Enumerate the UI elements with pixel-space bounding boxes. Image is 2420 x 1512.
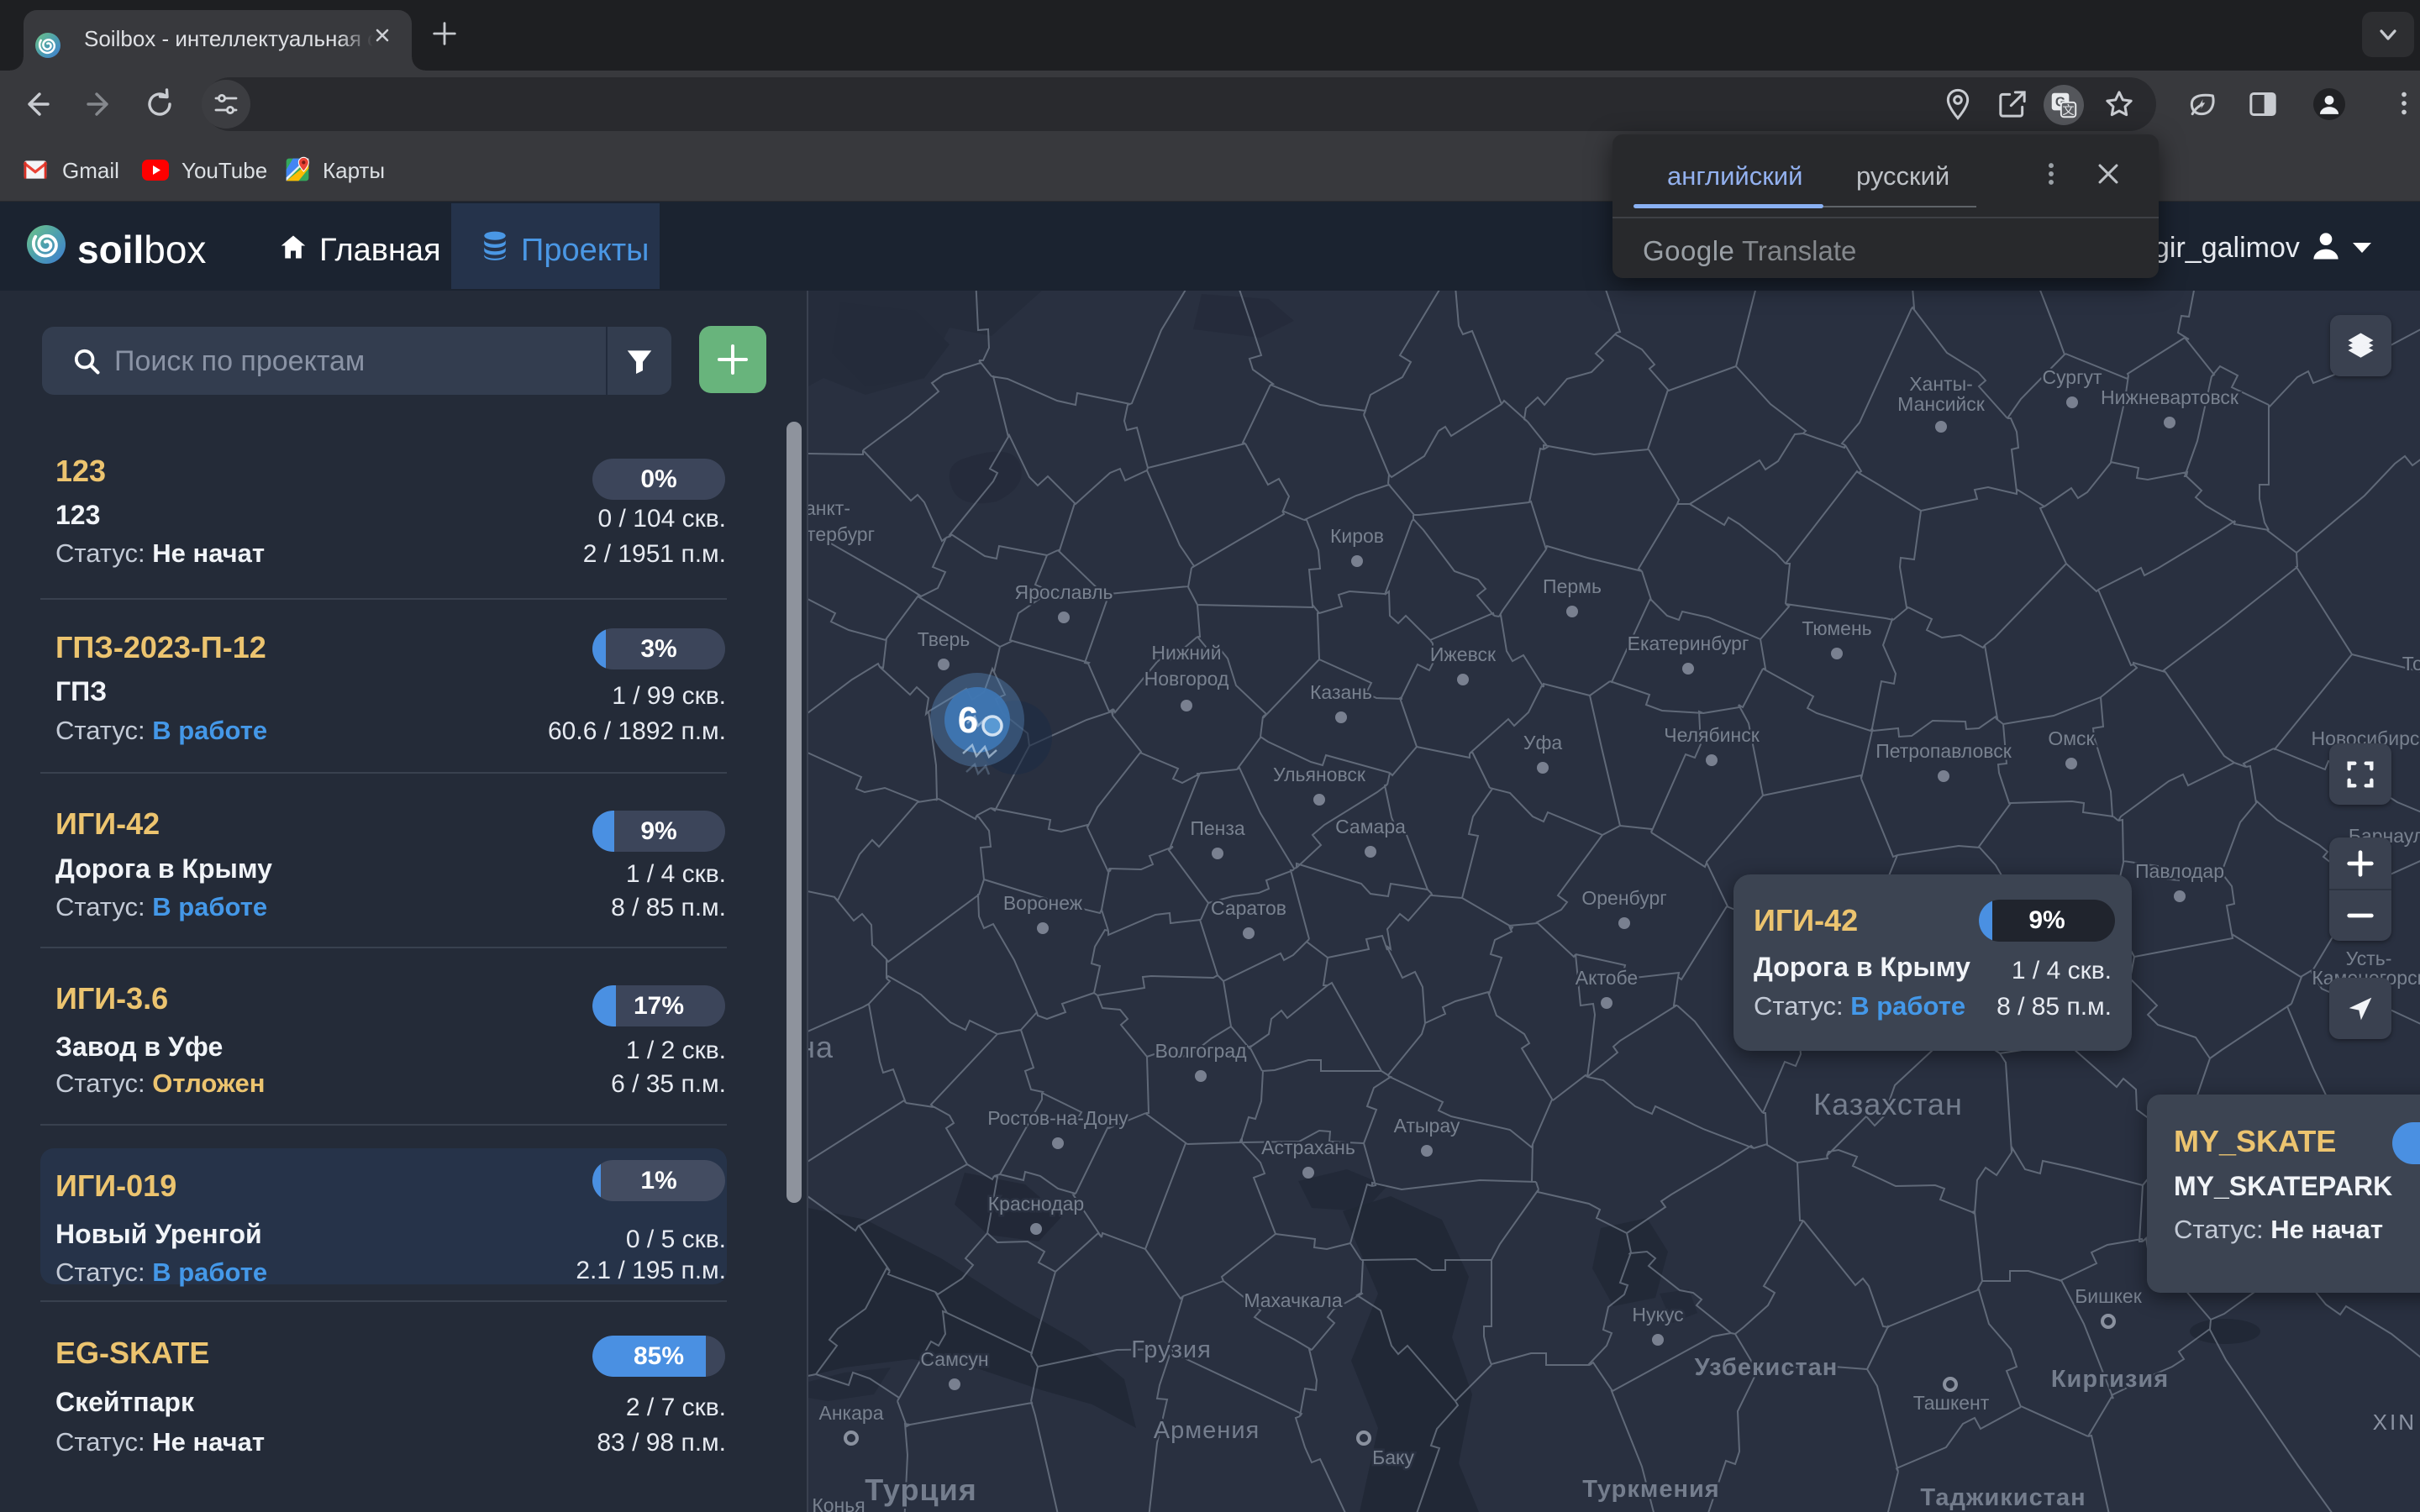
svg-text:Томск: Томск	[2402, 653, 2420, 675]
svg-text:Казахстан: Казахстан	[1813, 1087, 1963, 1121]
svg-text:Анкара: Анкара	[819, 1402, 884, 1424]
svg-text:Тюмень: Тюмень	[1802, 617, 1871, 639]
svg-text:Грузия: Грузия	[1131, 1336, 1212, 1363]
svg-text:Волгоград: Волгоград	[1155, 1040, 1247, 1062]
svg-text:文: 文	[2062, 103, 2074, 118]
svg-text:Таджикистан: Таджикистан	[1920, 1484, 2086, 1511]
svg-text:Киргизия: Киргизия	[2051, 1366, 2169, 1393]
svg-text:Мансийск: Мансийск	[1897, 393, 1986, 415]
svg-text:Баку: Баку	[1372, 1446, 1414, 1468]
svg-text:Екатеринбург: Екатеринбург	[1628, 633, 1749, 654]
svg-text:Самсун: Самсун	[920, 1348, 988, 1370]
svg-text:Оренбург: Оренбург	[1581, 887, 1666, 909]
svg-text:6: 6	[958, 700, 978, 741]
svg-text:Нижневартовск: Нижневартовск	[2101, 386, 2239, 408]
svg-text:Нукус: Нукус	[1632, 1304, 1683, 1326]
svg-text:Астрахань: Астрахань	[1261, 1137, 1355, 1158]
svg-text:Сургут: Сургут	[2042, 366, 2102, 388]
svg-text:Петропавловск: Петропавловск	[1876, 740, 2012, 762]
svg-text:Уфа: Уфа	[1523, 732, 1563, 753]
svg-text:Нижний: Нижний	[1151, 642, 1221, 664]
svg-text:Киров: Киров	[1330, 525, 1384, 547]
svg-text:Бишкек: Бишкек	[2075, 1285, 2143, 1307]
svg-text:Павлодар: Павлодар	[2135, 860, 2224, 882]
svg-text:Узбекистан: Узбекистан	[1695, 1354, 1839, 1381]
svg-text:Саратов: Саратов	[1211, 897, 1286, 919]
svg-text:Казань: Казань	[1310, 681, 1372, 703]
svg-text:Ташкент: Ташкент	[1913, 1392, 1990, 1414]
svg-text:Актобе: Актобе	[1576, 967, 1638, 989]
svg-text:XIN: XIN	[2373, 1410, 2417, 1435]
svg-text:Атырау: Атырау	[1394, 1115, 1460, 1137]
svg-text:Пермь: Пермь	[1543, 575, 1602, 597]
svg-text:Армения: Армения	[1154, 1417, 1260, 1444]
svg-text:Новгород: Новгород	[1144, 668, 1229, 690]
svg-text:Турция: Турция	[865, 1473, 976, 1507]
svg-text:Украина: Украина	[808, 1030, 834, 1064]
svg-text:Краснодар: Краснодар	[988, 1193, 1084, 1215]
svg-text:Ярославль: Ярославль	[1015, 581, 1113, 603]
svg-text:Ханты-: Ханты-	[1909, 373, 1973, 395]
svg-text:Петербург: Петербург	[808, 523, 875, 545]
svg-text:Омск: Омск	[2048, 727, 2095, 749]
svg-text:Челябинск: Челябинск	[1664, 724, 1760, 746]
svg-text:Ростов-на-Дону: Ростов-на-Дону	[987, 1107, 1128, 1129]
svg-text:Пенза: Пенза	[1190, 817, 1245, 839]
svg-text:Ульяновск: Ульяновск	[1273, 764, 1366, 785]
svg-text:Воронеж: Воронеж	[1003, 892, 1083, 914]
svg-text:Ижевск: Ижевск	[1430, 643, 1497, 665]
svg-text:Конья: Конья	[812, 1494, 865, 1512]
svg-text:Санкт-: Санкт-	[808, 497, 850, 519]
svg-text:Тверь: Тверь	[918, 628, 971, 650]
svg-text:Махачкала: Махачкала	[1244, 1289, 1342, 1311]
svg-text:Туркмения: Туркмения	[1582, 1476, 1719, 1503]
svg-text:Самара: Самара	[1335, 816, 1406, 837]
